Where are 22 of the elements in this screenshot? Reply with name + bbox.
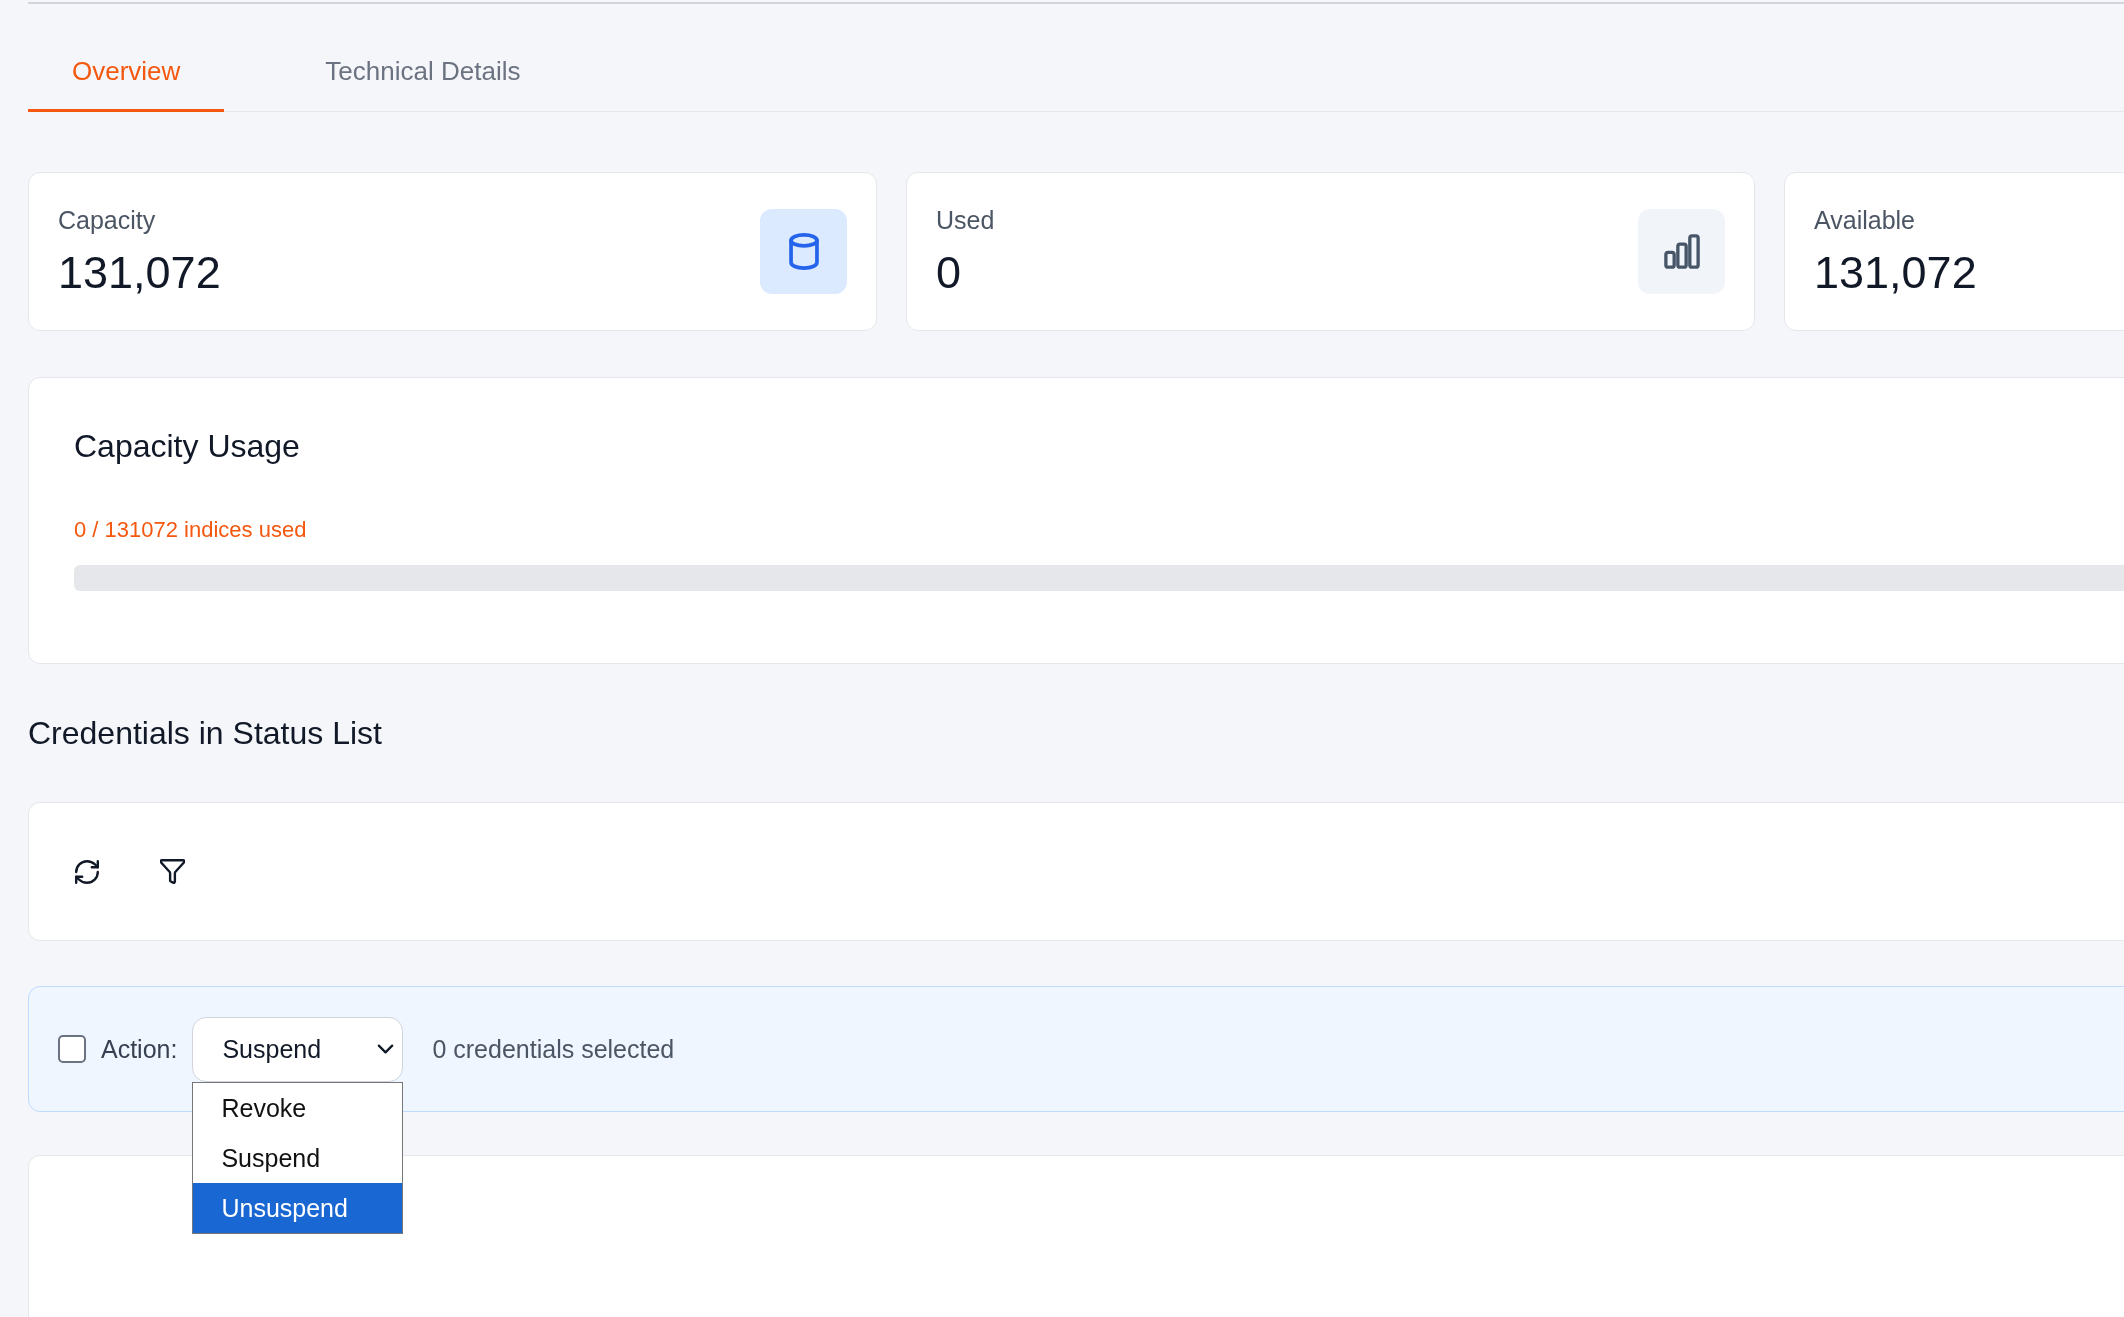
stat-value: 131,072 xyxy=(58,246,221,299)
chevron-down-icon xyxy=(377,1044,395,1054)
stat-label: Capacity xyxy=(58,204,157,235)
selection-count: 0 credentials selected xyxy=(432,1034,675,1065)
stat-value: 131,072 xyxy=(1814,246,1977,299)
refresh-icon[interactable] xyxy=(75,859,99,884)
card-title: Capacity Usage xyxy=(74,427,300,466)
bar-chart-icon xyxy=(1638,209,1725,294)
usage-caption: 0 / 131072 indices used xyxy=(74,516,307,544)
tab[interactable]: Technical Details xyxy=(281,29,565,112)
stat-label: Available xyxy=(1814,204,1916,235)
dropdown-option[interactable]: Revoke xyxy=(193,1082,403,1133)
dropdown-option[interactable]: Suspend xyxy=(193,1132,403,1183)
stat-value: 0 xyxy=(936,246,963,299)
dropdown-option[interactable]: Unsuspend xyxy=(193,1182,403,1233)
select-all-checkbox[interactable] xyxy=(58,1035,86,1063)
action-select[interactable]: Suspend xyxy=(192,1016,404,1082)
filter-icon[interactable] xyxy=(160,859,185,884)
database-icon xyxy=(760,209,847,294)
action-label: Action: xyxy=(101,1034,178,1065)
section-title: Credentials in Status List xyxy=(28,714,382,753)
stat-label: Used xyxy=(936,204,995,235)
